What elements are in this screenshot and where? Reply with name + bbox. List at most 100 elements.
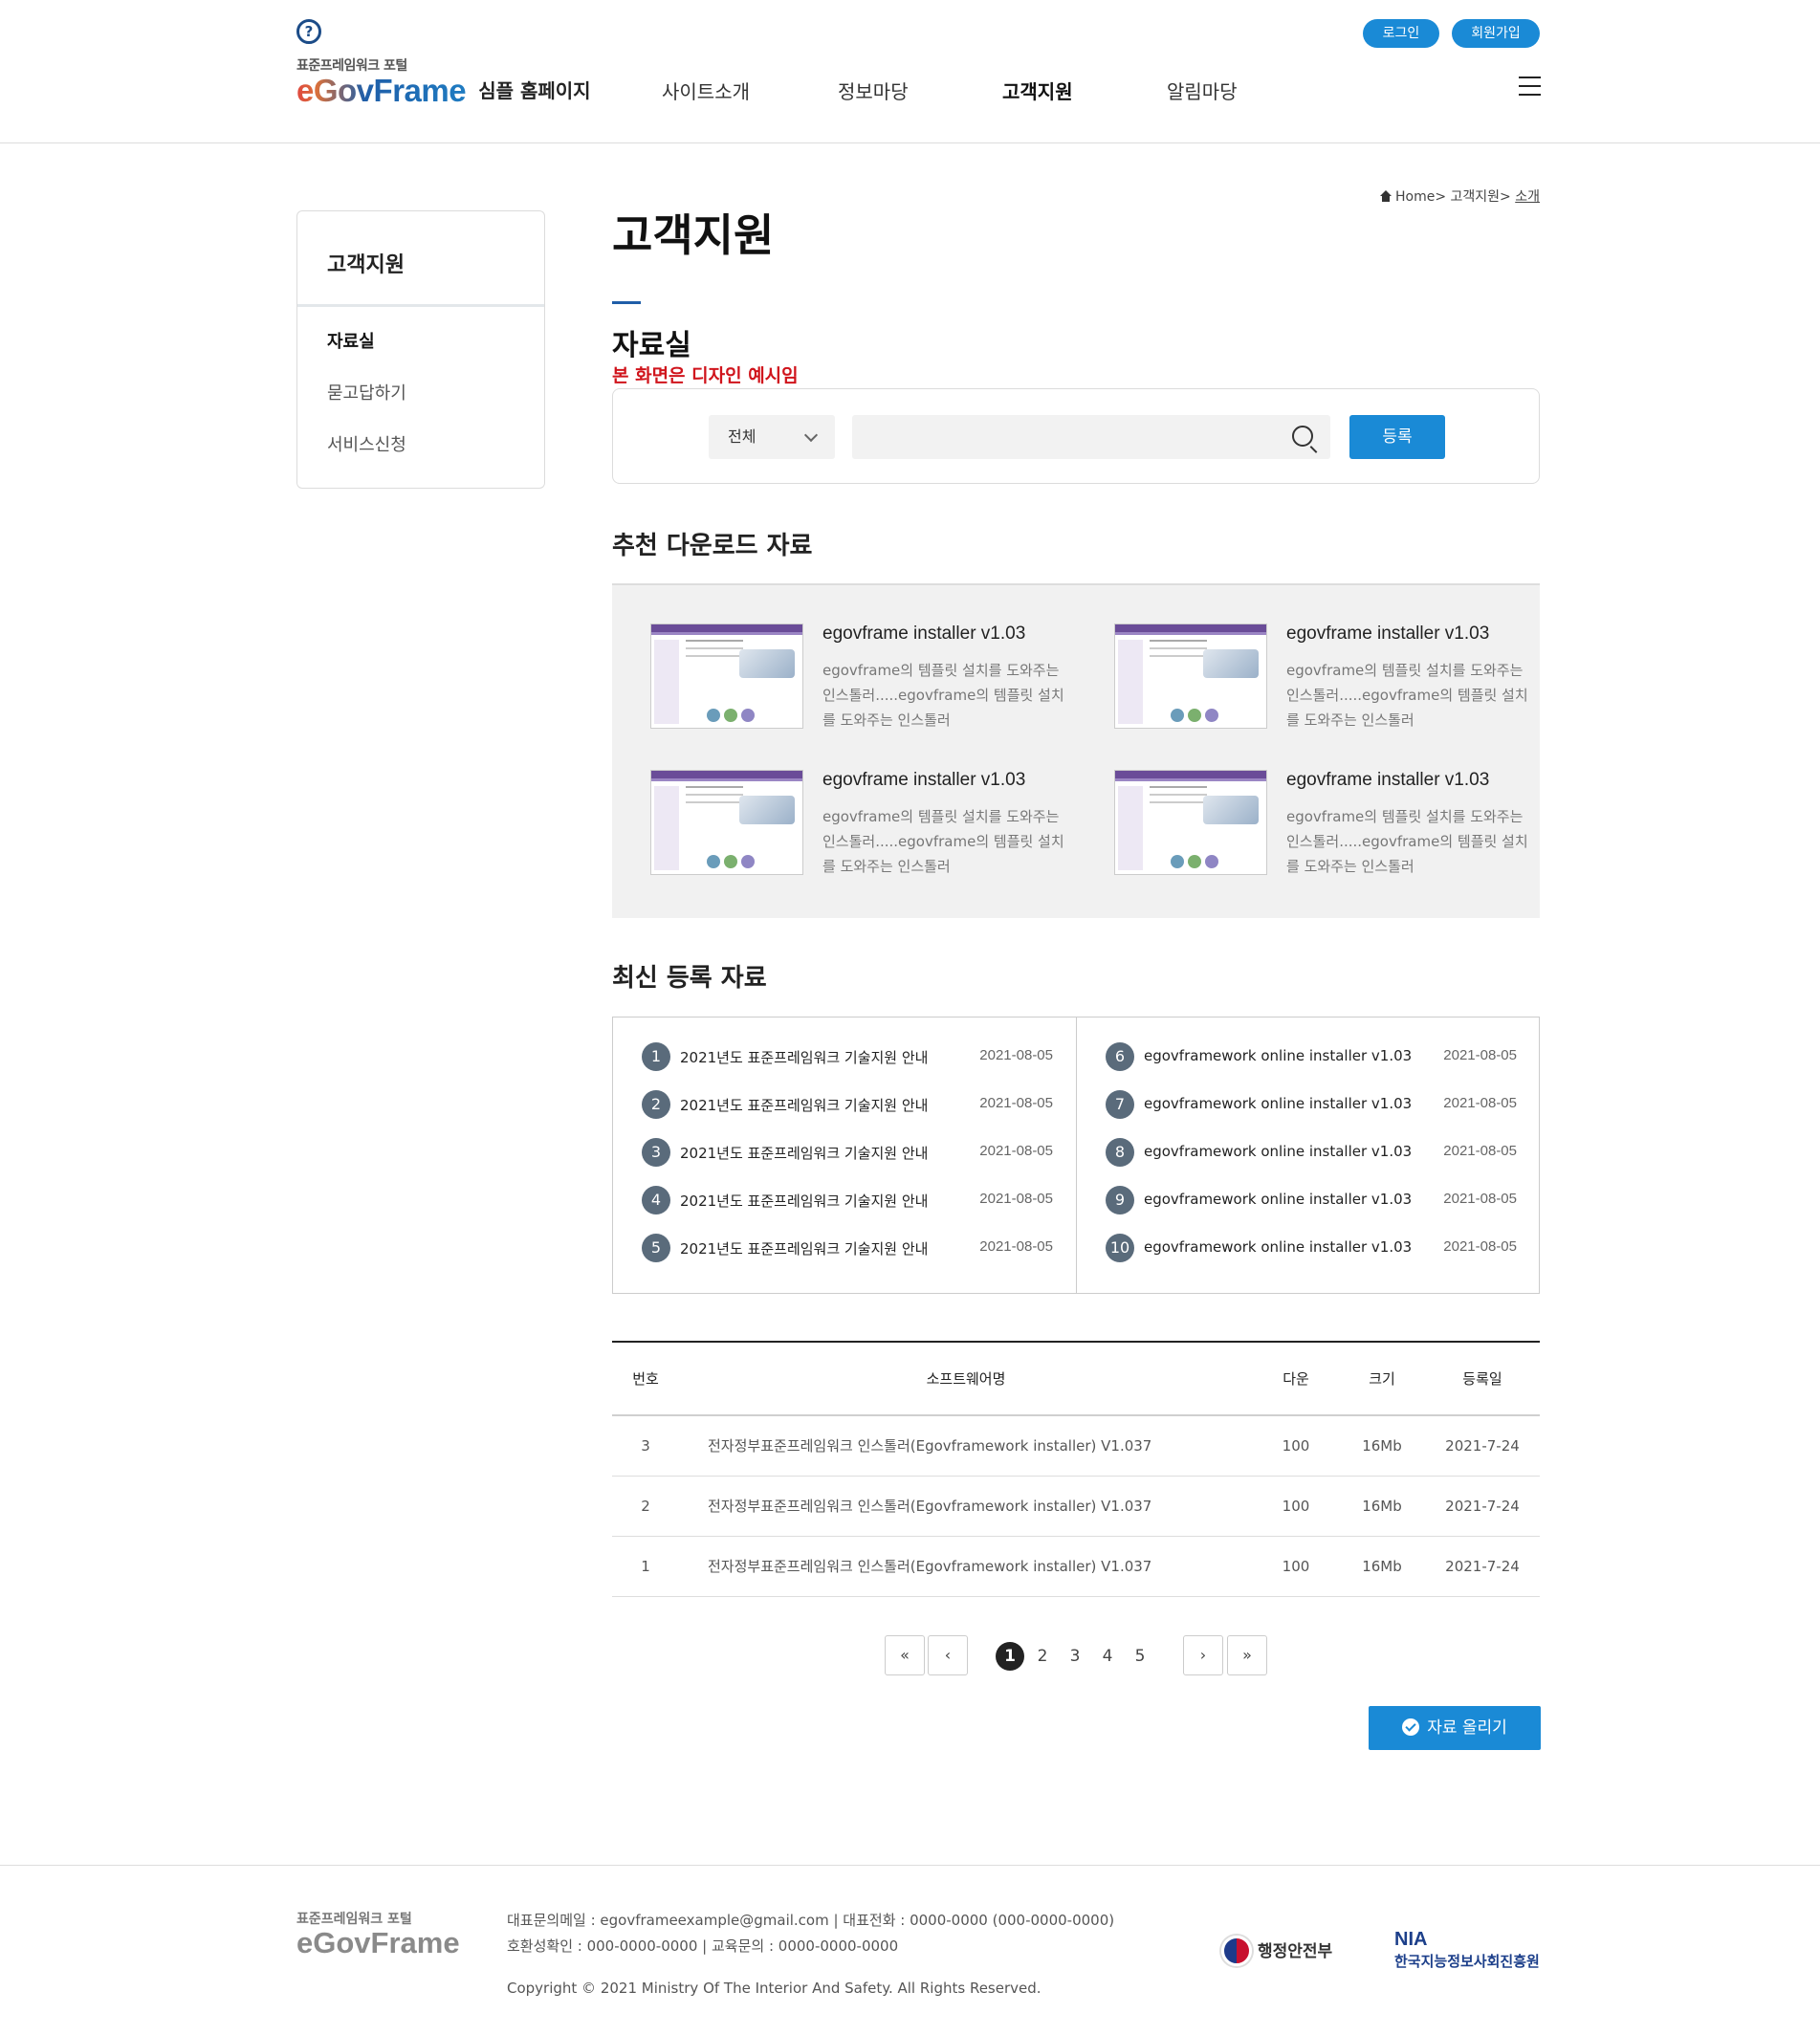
- first-page-button[interactable]: «: [885, 1635, 925, 1675]
- table-row[interactable]: 1 전자정부표준프레임워크 인스톨러(Egovframework install…: [612, 1537, 1540, 1597]
- recommended-item-title[interactable]: egovframe installer v1.03: [822, 770, 1025, 791]
- page-1[interactable]: 1: [996, 1642, 1024, 1671]
- login-button[interactable]: 로그인: [1363, 19, 1439, 48]
- search-icon[interactable]: [1292, 426, 1313, 447]
- breadcrumb-level1[interactable]: 고객지원: [1451, 189, 1501, 205]
- nav-item-site-intro[interactable]: 사이트소개: [662, 77, 750, 104]
- column-header-size: 크기: [1369, 1370, 1395, 1388]
- latest-list-left: 1 2021년도 표준프레임워크 기술지원 안내 2021-08-05 2 2021년…: [613, 1018, 1077, 1293]
- cell-name[interactable]: 전자정부표준프레임워크 인스톨러(Egovframework installer…: [679, 1537, 1253, 1597]
- cell-downloads: 100: [1282, 1558, 1310, 1575]
- footer-logo-wordmark: eGovFrame: [296, 1926, 460, 1959]
- register-button[interactable]: 등록: [1349, 415, 1445, 459]
- prev-page-button[interactable]: ‹: [928, 1635, 968, 1675]
- footer-logo-subtitle: 표준프레임워크 포털: [296, 1912, 412, 1927]
- column-header-downloads: 다운: [1283, 1370, 1309, 1388]
- latest-item-title[interactable]: egovframework online installer v1.03: [1144, 1238, 1412, 1256]
- latest-item[interactable]: 3 2021년도 표준프레임워크 기술지원 안내 2021-08-05: [642, 1138, 1053, 1167]
- page-2[interactable]: 2: [1028, 1642, 1057, 1671]
- latest-item-title[interactable]: egovframework online installer v1.03: [1144, 1095, 1412, 1112]
- site-logo[interactable]: 표준프레임워크 포털 eGovFrame 심플 홈페이지: [296, 55, 591, 107]
- latest-item-title[interactable]: egovframework online installer v1.03: [1144, 1191, 1412, 1208]
- next-page-button[interactable]: ›: [1183, 1635, 1223, 1675]
- nia-logo-name: 한국지능정보사회진흥원: [1394, 1953, 1540, 1970]
- breadcrumb-home[interactable]: Home: [1395, 189, 1435, 205]
- thumbnail-image: [650, 624, 803, 729]
- recommended-item-title[interactable]: egovframe installer v1.03: [822, 624, 1025, 645]
- latest-item-title[interactable]: 2021년도 표준프레임워크 기술지원 안내: [680, 1047, 928, 1067]
- cell-no: 1: [641, 1558, 650, 1575]
- help-icon[interactable]: ?: [296, 19, 321, 44]
- ministry-logo[interactable]: 행정안전부: [1221, 1936, 1332, 1966]
- recommended-item[interactable]: egovframe installer v1.03 egovframe의 템플릿…: [1114, 624, 1554, 738]
- menu-icon[interactable]: [1519, 77, 1541, 96]
- footer-contact-info: 대표문의메일 : egovframeexample@gmail.com | 대표…: [507, 1908, 1114, 1959]
- table-header: 번호 소프트웨어명 다운 크기 등록일: [612, 1343, 1540, 1416]
- side-menu-item-library[interactable]: 자료실: [327, 317, 544, 368]
- latest-item[interactable]: 1 2021년도 표준프레임워크 기술지원 안내 2021-08-05: [642, 1042, 1053, 1071]
- table-row[interactable]: 3 전자정부표준프레임워크 인스톨러(Egovframework install…: [612, 1416, 1540, 1477]
- latest-item-title[interactable]: 2021년도 표준프레임워크 기술지원 안내: [680, 1095, 928, 1115]
- recommended-item[interactable]: egovframe installer v1.03 egovframe의 템플릿…: [650, 770, 1090, 885]
- page-3[interactable]: 3: [1061, 1642, 1089, 1671]
- latest-item-title[interactable]: 2021년도 표준프레임워크 기술지원 안내: [680, 1238, 928, 1258]
- breadcrumb-level2[interactable]: 소개: [1515, 189, 1540, 205]
- latest-item-date: 2021-08-05: [1443, 1095, 1517, 1111]
- cell-date: 2021-7-24: [1445, 1558, 1520, 1575]
- recommended-title: 추천 다운로드 자료: [612, 532, 813, 560]
- logo-tagline: 심플 홈페이지: [478, 79, 591, 102]
- page-5[interactable]: 5: [1126, 1642, 1154, 1671]
- latest-item-date: 2021-08-05: [979, 1047, 1053, 1063]
- rank-badge: 1: [642, 1042, 670, 1071]
- latest-item[interactable]: 6 egovframework online installer v1.03 202…: [1106, 1042, 1517, 1071]
- recommended-item-title[interactable]: egovframe installer v1.03: [1286, 770, 1489, 791]
- latest-item-title[interactable]: egovframework online installer v1.03: [1144, 1143, 1412, 1160]
- recommended-item-title[interactable]: egovframe installer v1.03: [1286, 624, 1489, 645]
- latest-item[interactable]: 2 2021년도 표준프레임워크 기술지원 안내 2021-08-05: [642, 1090, 1053, 1119]
- nia-logo[interactable]: NIA 한국지능정보사회진흥원: [1394, 1929, 1540, 1971]
- cell-downloads: 100: [1282, 1437, 1310, 1455]
- nav-item-info[interactable]: 정보마당: [838, 77, 909, 104]
- search-input[interactable]: [852, 415, 1330, 459]
- latest-item[interactable]: 10 egovframework online installer v1.03 20…: [1106, 1234, 1517, 1262]
- latest-item[interactable]: 8 egovframework online installer v1.03 202…: [1106, 1138, 1517, 1167]
- latest-item-title[interactable]: 2021년도 표준프레임워크 기술지원 안내: [680, 1191, 928, 1211]
- nav-item-support[interactable]: 고객지원: [1002, 77, 1073, 104]
- recommended-item[interactable]: egovframe installer v1.03 egovframe의 템플릿…: [1114, 770, 1554, 885]
- section-subtitle: 자료실: [612, 329, 691, 362]
- latest-item[interactable]: 7 egovframework online installer v1.03 202…: [1106, 1090, 1517, 1119]
- cell-downloads: 100: [1282, 1498, 1310, 1515]
- ministry-logo-label: 행정안전부: [1258, 1942, 1333, 1961]
- cell-name[interactable]: 전자정부표준프레임워크 인스톨러(Egovframework installer…: [679, 1416, 1253, 1477]
- latest-item[interactable]: 9 egovframework online installer v1.03 202…: [1106, 1186, 1517, 1214]
- footer-logo: 표준프레임워크 포털 eGovFrame: [296, 1909, 460, 1958]
- upload-button[interactable]: 자료 올리기: [1369, 1706, 1541, 1750]
- recommended-list: egovframe installer v1.03 egovframe의 템플릿…: [612, 583, 1540, 918]
- last-page-button[interactable]: »: [1227, 1635, 1267, 1675]
- latest-item-title[interactable]: egovframework online installer v1.03: [1144, 1047, 1412, 1064]
- thumbnail-image: [1114, 624, 1267, 729]
- latest-item-title[interactable]: 2021년도 표준프레임워크 기술지원 안내: [680, 1143, 928, 1163]
- side-menu-title: 고객지원: [297, 211, 544, 307]
- cell-no: 3: [641, 1437, 650, 1455]
- recommended-item[interactable]: egovframe installer v1.03 egovframe의 템플릿…: [650, 624, 1090, 738]
- latest-title: 최신 등록 자료: [612, 964, 767, 993]
- table-row[interactable]: 2 전자정부표준프레임워크 인스톨러(Egovframework install…: [612, 1477, 1540, 1537]
- signup-button[interactable]: 회원가입: [1452, 19, 1540, 48]
- side-menu-item-service-request[interactable]: 서비스신청: [327, 420, 544, 471]
- latest-item[interactable]: 4 2021년도 표준프레임워크 기술지원 안내 2021-08-05: [642, 1186, 1053, 1214]
- side-menu-item-qna[interactable]: 묻고답하기: [327, 368, 544, 420]
- footer-copyright: Copyright © 2021 Ministry Of The Interio…: [507, 1980, 1042, 1997]
- nav-item-notice[interactable]: 알림마당: [1167, 77, 1238, 104]
- home-icon[interactable]: [1379, 190, 1392, 202]
- rank-badge: 10: [1106, 1234, 1134, 1262]
- cell-name[interactable]: 전자정부표준프레임워크 인스톨러(Egovframework installer…: [679, 1477, 1253, 1537]
- page-4[interactable]: 4: [1093, 1642, 1122, 1671]
- latest-item[interactable]: 5 2021년도 표준프레임워크 기술지원 안내 2021-08-05: [642, 1234, 1053, 1262]
- breadcrumb: Home> 고객지원> 소개: [1379, 186, 1540, 206]
- category-select[interactable]: 전체: [709, 415, 835, 459]
- latest-item-date: 2021-08-05: [979, 1095, 1053, 1111]
- latest-item-date: 2021-08-05: [1443, 1191, 1517, 1207]
- cell-size: 16Mb: [1362, 1437, 1402, 1455]
- footer-info-line2: 호환성확인 : 000-0000-0000 | 교육문의 : 0000-0000…: [507, 1937, 899, 1955]
